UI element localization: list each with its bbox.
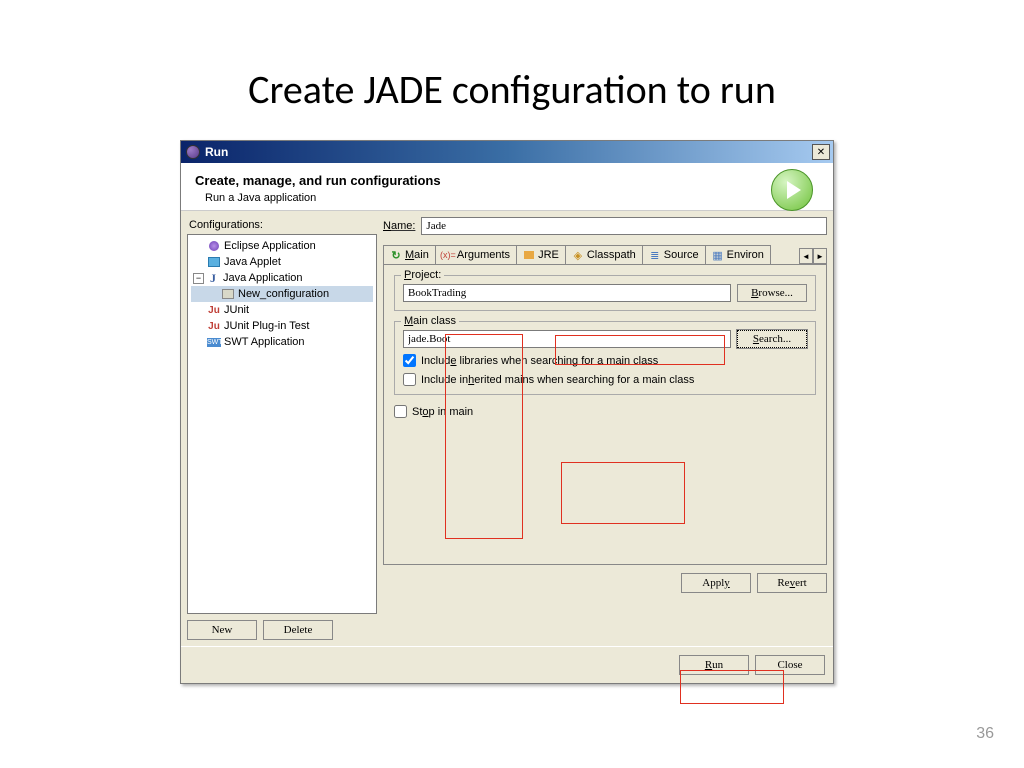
dialog-header: Create, manage, and run configurations R… — [181, 163, 833, 211]
tree-item-swt[interactable]: SWT SWT Application — [191, 334, 373, 350]
mainclass-input[interactable] — [403, 330, 731, 348]
project-input[interactable] — [403, 284, 731, 302]
swt-icon: SWT — [207, 335, 221, 349]
classpath-tab-icon: ◈ — [572, 249, 584, 261]
jre-tab-icon — [523, 249, 535, 261]
project-label: Project: — [401, 269, 444, 281]
collapse-icon[interactable]: − — [193, 273, 204, 284]
header-subtitle: Run a Java application — [205, 192, 819, 204]
eclipse-icon — [186, 145, 200, 159]
environment-tab-icon: ▦ — [712, 249, 724, 261]
close-button[interactable]: Close — [755, 655, 825, 675]
slide-number: 36 — [976, 725, 994, 743]
tabstrip: ↻ Main (x)= Arguments JRE ◈ Classpath ≣ — [383, 245, 827, 265]
run-dialog: Run ✕ Create, manage, and run configurat… — [180, 140, 834, 684]
name-input[interactable] — [421, 217, 827, 235]
main-tab-icon: ↻ — [390, 249, 402, 261]
tab-source[interactable]: ≣ Source — [642, 245, 706, 264]
tab-label: Arguments — [457, 249, 510, 261]
tab-jre[interactable]: JRE — [516, 245, 566, 264]
include-libs-checkbox[interactable] — [403, 354, 416, 367]
include-inherited-checkbox[interactable] — [403, 373, 416, 386]
junit-icon: Ju — [207, 303, 221, 317]
tree-item-junit[interactable]: Ju JUnit — [191, 302, 373, 318]
tree-label: New_configuration — [238, 288, 329, 300]
applet-icon — [207, 255, 221, 269]
tree-label: Java Applet — [224, 256, 281, 268]
arguments-tab-icon: (x)= — [442, 249, 454, 261]
tab-scroll-right[interactable]: ► — [813, 248, 827, 264]
tree-item-eclipse-app[interactable]: Eclipse Application — [191, 238, 373, 254]
tree-item-junit-plugin[interactable]: Ju JUnit Plug-in Test — [191, 318, 373, 334]
configurations-tree[interactable]: Eclipse Application Java Applet − J Java… — [187, 234, 377, 614]
mainclass-fieldset: Main class Search... Include libraries w… — [394, 321, 816, 395]
config-icon — [221, 287, 235, 301]
header-title: Create, manage, and run configurations — [195, 173, 819, 188]
tree-item-java-app[interactable]: − J Java Application — [191, 270, 373, 286]
browse-button[interactable]: Browse... — [737, 284, 807, 302]
new-button[interactable]: New — [187, 620, 257, 640]
tab-scroll-left[interactable]: ◄ — [799, 248, 813, 264]
tab-main[interactable]: ↻ Main — [383, 245, 436, 264]
tree-item-new-config[interactable]: New_configuration — [191, 286, 373, 302]
close-icon[interactable]: ✕ — [812, 144, 830, 160]
stop-in-main-checkbox[interactable] — [394, 405, 407, 418]
tree-item-java-applet[interactable]: Java Applet — [191, 254, 373, 270]
include-libs-label: Include libraries when searching for a m… — [421, 355, 658, 367]
tab-classpath[interactable]: ◈ Classpath — [565, 245, 643, 264]
tree-label: JUnit Plug-in Test — [224, 320, 309, 332]
tree-label: SWT Application — [224, 336, 305, 348]
tab-arguments[interactable]: (x)= Arguments — [435, 245, 517, 264]
tab-label: JRE — [538, 249, 559, 261]
search-button[interactable]: Search... — [737, 330, 807, 348]
junit-plugin-icon: Ju — [207, 319, 221, 333]
tab-label: Source — [664, 249, 699, 261]
source-tab-icon: ≣ — [649, 249, 661, 261]
tab-label: Classpath — [587, 249, 636, 261]
tree-label: Java Application — [223, 272, 303, 284]
titlebar[interactable]: Run ✕ — [181, 141, 833, 163]
run-play-icon — [771, 169, 813, 211]
tree-label: Eclipse Application — [224, 240, 316, 252]
window-title: Run — [205, 145, 812, 159]
eclipse-app-icon — [207, 239, 221, 253]
tab-label: Main — [405, 249, 429, 261]
configurations-label: Configurations: — [189, 219, 377, 231]
slide-title: Create JADE configuration to run — [0, 0, 1024, 124]
run-button[interactable]: Run — [679, 655, 749, 675]
tab-environment[interactable]: ▦ Environ — [705, 245, 771, 264]
stop-in-main-label: Stop in main — [412, 406, 473, 418]
include-inherited-label: Include inherited mains when searching f… — [421, 374, 694, 386]
tab-content-main: Project: Browse... Main class Search... … — [383, 265, 827, 565]
revert-button[interactable]: Revert — [757, 573, 827, 593]
tree-label: JUnit — [224, 304, 249, 316]
project-fieldset: Project: Browse... — [394, 275, 816, 311]
apply-button[interactable]: Apply — [681, 573, 751, 593]
name-label: Name: — [383, 220, 415, 232]
java-icon: J — [206, 271, 220, 285]
mainclass-label: Main class — [401, 315, 459, 327]
delete-button[interactable]: Delete — [263, 620, 333, 640]
tab-label: Environ — [727, 249, 764, 261]
